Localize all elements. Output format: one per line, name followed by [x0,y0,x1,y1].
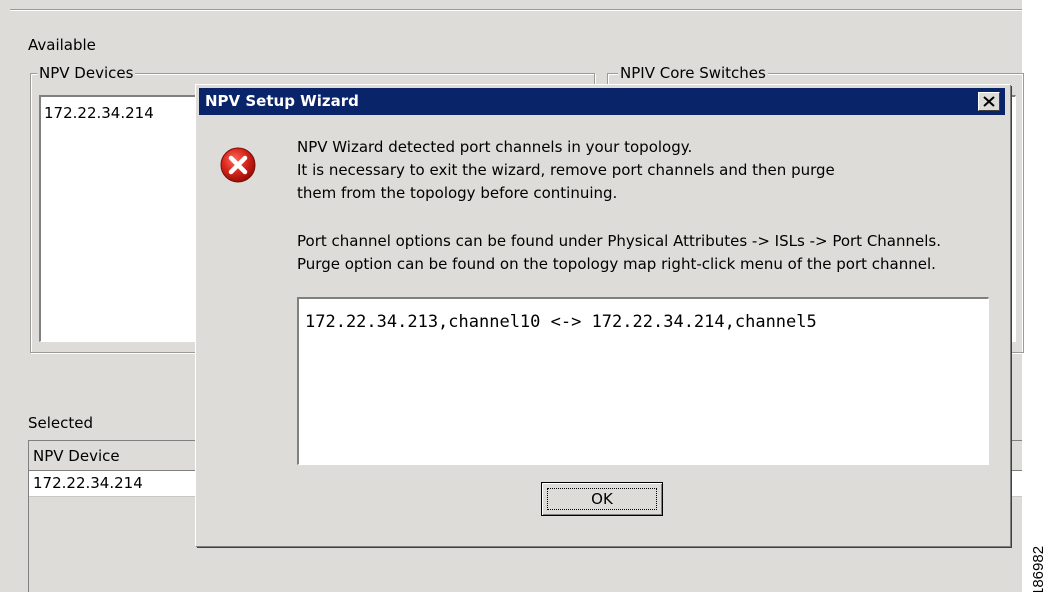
port-channel-entry: 172.22.34.213,channel10 <-> 172.22.34.21… [305,312,817,332]
table-cell-npv-device: 172.22.34.214 [33,474,143,492]
ok-button[interactable]: OK [541,482,663,516]
close-button[interactable] [978,92,1000,111]
top-divider [10,9,1022,11]
error-icon [220,147,256,183]
message-line-1: NPV Wizard detected port channels in you… [297,138,693,156]
figure-id: 186982 [1030,545,1047,592]
message-line-4: Port channel options can be found under … [297,232,941,250]
close-icon [983,96,995,107]
screenshot-canvas: Available NPV Devices 172.22.34.214 NPIV… [0,0,1054,592]
selected-label: Selected [28,414,94,432]
port-channel-details[interactable]: 172.22.34.213,channel10 <-> 172.22.34.21… [297,297,989,465]
ok-button-label: OK [591,490,613,508]
dialog-title: NPV Setup Wizard [205,92,359,110]
available-label: Available [28,36,96,54]
npv-setup-wizard-dialog: NPV Setup Wizard NPV Wizard detected por… [195,84,1010,546]
message-line-3: them from the topology before continuing… [297,184,618,202]
dialog-titlebar[interactable]: NPV Setup Wizard [199,88,1005,115]
npv-devices-group-title: NPV Devices [37,64,136,82]
message-line-2: It is necessary to exit the wizard, remo… [297,161,835,179]
npv-device-item[interactable]: 172.22.34.214 [44,104,154,122]
column-header-npv-device[interactable]: NPV Device [33,447,120,465]
message-line-5: Purge option can be found on the topolog… [297,255,936,273]
npiv-core-switches-group-title: NPIV Core Switches [618,64,768,82]
